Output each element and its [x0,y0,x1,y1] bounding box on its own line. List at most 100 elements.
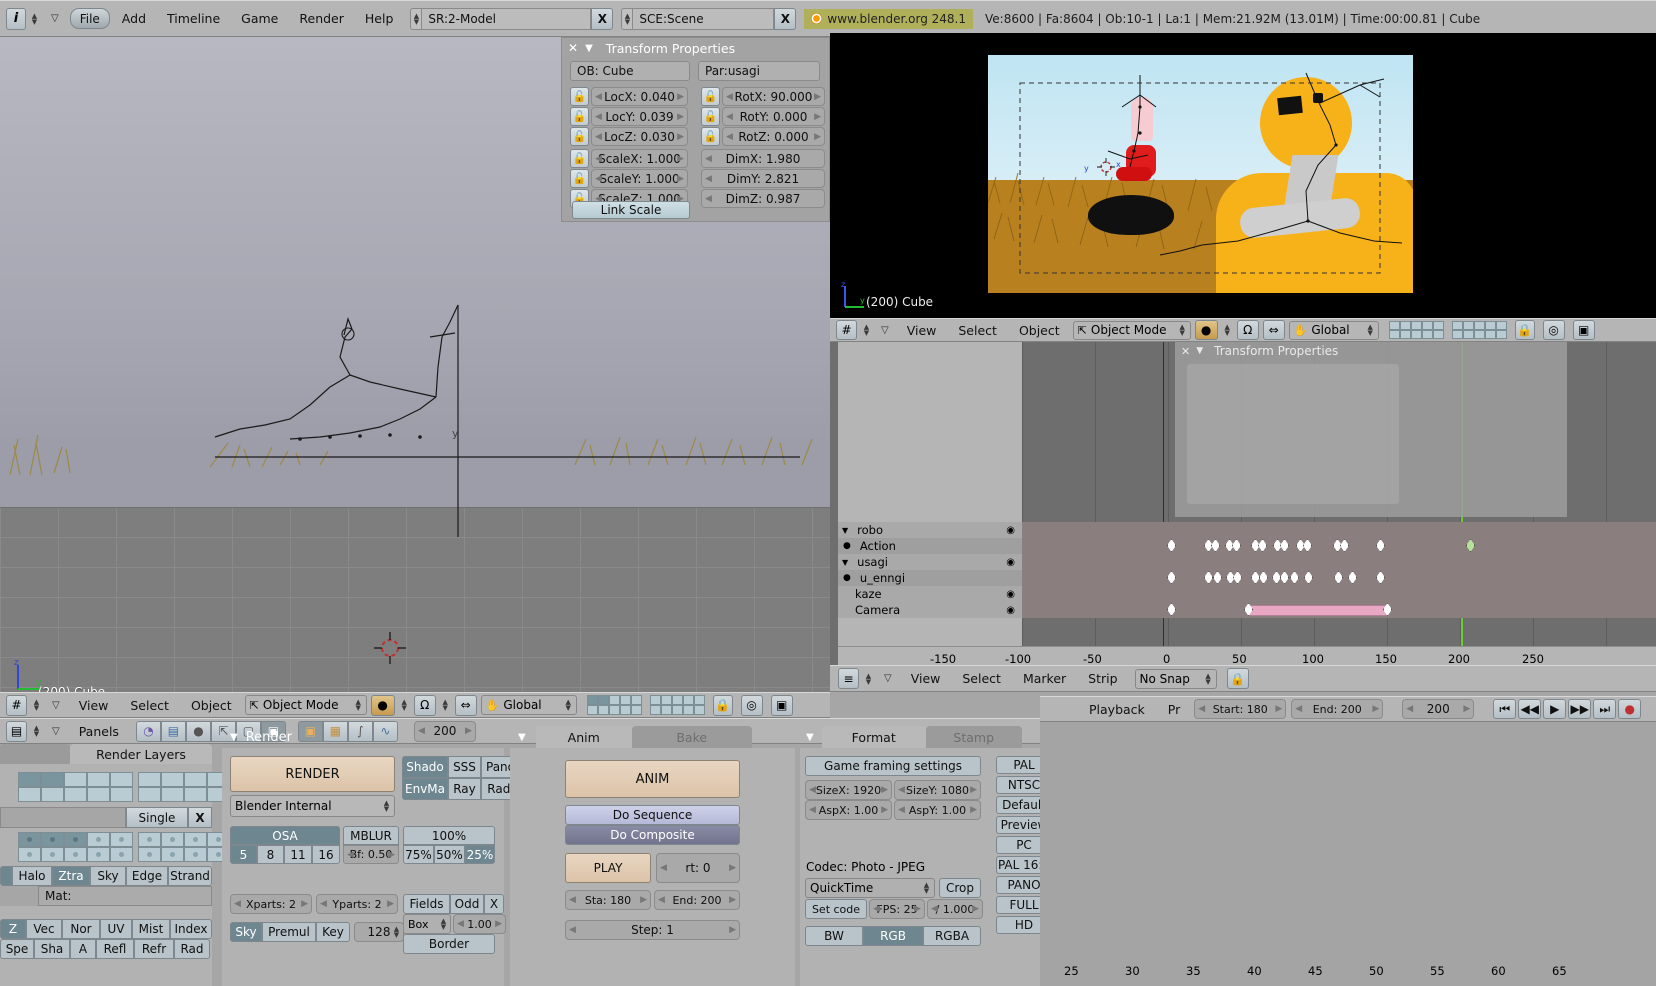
nla-row-usagi[interactable]: ▼ usagi ◉ [838,554,1656,570]
roty-field[interactable]: ◀ RotY: 0.000 ▶ [722,107,825,126]
transform-orientation-dropdown[interactable]: ✋ Global ▲ ▼ [480,695,577,715]
pass-refl[interactable]: Refl [96,939,134,959]
dimy-field[interactable]: ◀ DimY: 2.821 [701,169,825,188]
pass-sha[interactable]: Sha [34,939,70,959]
single-button[interactable]: Single [126,807,188,828]
render-engine-dropdown[interactable]: Blender Internal ▲ ▼ [230,795,395,817]
parent-name-field[interactable]: Par:usagi [698,61,820,81]
nla-row-camera[interactable]: Camera ◉ [838,602,1656,618]
proportional-edit-icon[interactable]: ◎ [740,694,763,716]
scaley-row[interactable]: 🔓 ◀ ScaleY: 1.000 ▶ [570,169,688,188]
osa-toggle[interactable]: OSA [230,826,340,845]
render-layers-panel[interactable]: Render Layers Single X Halo Ztra Sky Edg… [0,744,253,986]
collapse-icon[interactable]: ▼ [230,732,238,743]
nla-shading-icon[interactable]: ● [1194,320,1218,340]
nla-layer-buttons-group-1[interactable] [1388,321,1444,339]
toggle-sss[interactable]: SSS [448,756,481,778]
snap-mode-dropdown[interactable]: No Snap ▲ ▼ [1134,668,1217,689]
nla-strip-camera[interactable] [1248,605,1388,616]
sta-field[interactable]: ◀ Sta: 180 ▶ [565,890,651,910]
render-pass-toggle[interactable] [0,866,12,886]
rotz-field[interactable]: ◀ RotZ: 0.000 ▶ [722,127,825,146]
world-icon[interactable]: ▤ [160,720,186,742]
premul-toggle[interactable]: Premul [262,922,316,942]
snap-chevrons[interactable]: ▲ ▼ [1203,670,1214,688]
filter-size-field[interactable]: ◀ 1.00 ▶ [453,914,506,934]
editor-type-icon[interactable]: ▤ [6,720,27,742]
scene-delete-button[interactable]: X [774,7,797,30]
menu-collapse-arrow[interactable]: ▽ [46,726,66,737]
close-icon[interactable]: ✕ [568,41,578,55]
pass-vec[interactable]: Vec [26,919,62,939]
sky-toggle[interactable]: Sky [230,922,262,942]
pass-ztra[interactable]: Ztra [52,866,90,886]
transport-controls[interactable]: ⏮ ◀◀ ▶ ▶▶ ⏭ ● [1493,699,1642,719]
rt-field[interactable]: ◀ rt: 0 ▶ [656,853,740,883]
do-sequence-button[interactable]: Do Sequence [565,805,740,825]
link-scale-button[interactable]: Link Scale [572,201,690,219]
locz-field[interactable]: ◀ LocZ: 0.030 ▶ [591,127,688,146]
layer-buttons-group-1[interactable] [586,695,642,715]
scene-prevnext[interactable]: ▲ ▼ [621,7,633,30]
nla-footer-menu-select[interactable]: Select [953,671,1010,686]
start-frame-field[interactable]: ◀ Start: 180 ▶ [1194,699,1287,719]
nla-magnet-icon[interactable]: Ω [1236,320,1259,340]
menu-collapse-arrow[interactable]: ▽ [878,673,898,684]
screen-name-field[interactable]: SR:2-Model [421,7,592,30]
sizex-field[interactable]: ◀ SizeX: 1920 ▶ [805,780,892,800]
menu-add[interactable]: Add [113,11,155,26]
nla-row-kaze[interactable]: kaze ◉ [838,586,1656,602]
orientation-chevrons[interactable]: ▲ ▼ [1365,321,1376,339]
nla-row-uenngi[interactable]: ● u_enngi [838,570,1656,586]
nla-footer-menu-marker[interactable]: Marker [1014,671,1075,686]
pass-z[interactable]: Z [0,919,26,939]
render-layers-tab[interactable]: Render Layers [70,744,212,764]
play-button[interactable]: PLAY [565,853,651,883]
bf-field[interactable]: ◀ Bf: 0.50 ▶ [343,845,399,864]
snap-icon[interactable]: ⇔ [454,694,477,716]
nla-object-mode-dropdown[interactable]: ⇱ Object Mode ▲ ▼ [1072,320,1191,340]
close-icon[interactable]: ✕ [1181,345,1190,358]
menu-render[interactable]: Render [290,11,353,26]
container-chevrons[interactable]: ▲ ▼ [921,879,932,897]
panels-menu[interactable]: Panels [70,724,128,739]
editor-type-chevrons[interactable]: ▲ ▼ [861,321,872,339]
locx-field[interactable]: ◀ LocX: 0.040 ▶ [591,87,688,106]
toggle-ray[interactable]: Ray [448,778,481,800]
layer-name-field[interactable] [0,807,126,828]
rotz-row[interactable]: 🔓 ◀ RotZ: 0.000 ▶ [701,127,825,146]
viewport-3d[interactable]: y z y (200) Cube ✕ ▼ Transform Propertie… [0,37,830,692]
object-icon[interactable]: ● [185,720,211,742]
viewport-menu-select[interactable]: Select [121,698,178,713]
roty-row[interactable]: 🔓 ◀ RotY: 0.000 ▶ [701,107,825,126]
nla-keys-uenngi[interactable] [1022,570,1656,586]
expand-triangle-icon[interactable]: ▼ [842,526,848,535]
nla-snap-icon[interactable]: ⇔ [1262,320,1285,340]
scene-name-field[interactable]: SCE:Scene [632,7,775,30]
rotx-field[interactable]: ◀ RotX: 90.000 ▶ [722,87,825,106]
eye-icon[interactable]: ◉ [1006,589,1015,600]
nla-render-icon[interactable]: ▣ [1572,320,1595,340]
stamp-tab[interactable]: Stamp [925,726,1022,748]
nla-layer-buttons-group-2[interactable] [1451,321,1507,339]
step-field[interactable]: ◀ Step: 1 ▶ [565,920,740,940]
pass-halo[interactable]: Halo [12,866,52,886]
eye-icon[interactable]: ◉ [1006,525,1015,536]
menu-game[interactable]: Game [232,11,287,26]
rotx-row[interactable]: 🔓 ◀ RotX: 90.000 ▶ [701,87,825,106]
size-25[interactable]: 25% [465,845,495,864]
step-back-icon[interactable]: ◀◀ [1518,699,1542,719]
viewport-shading-icon[interactable]: ● [370,694,395,716]
container-dropdown[interactable]: QuickTime ▲ ▼ [805,878,935,898]
lock-icon[interactable]: 🔓 [570,149,589,168]
pass-refr[interactable]: Refr [134,939,174,959]
locx-row[interactable]: 🔓 ◀ LocX: 0.040 ▶ [570,87,688,106]
nla-footer-menu-view[interactable]: View [902,671,950,686]
play-icon[interactable]: ▶ [1543,699,1567,719]
key-toggle[interactable]: Key [316,922,350,942]
window-type-chevrons[interactable]: ▲ ▼ [29,10,40,28]
dimz-field[interactable]: ◀ DimZ: 0.987 [701,189,825,208]
eye-icon[interactable]: ◉ [1006,557,1015,568]
editor-type-chevrons[interactable]: ▲ ▼ [31,696,42,714]
lock-layers-icon[interactable]: 🔒 [712,694,733,716]
